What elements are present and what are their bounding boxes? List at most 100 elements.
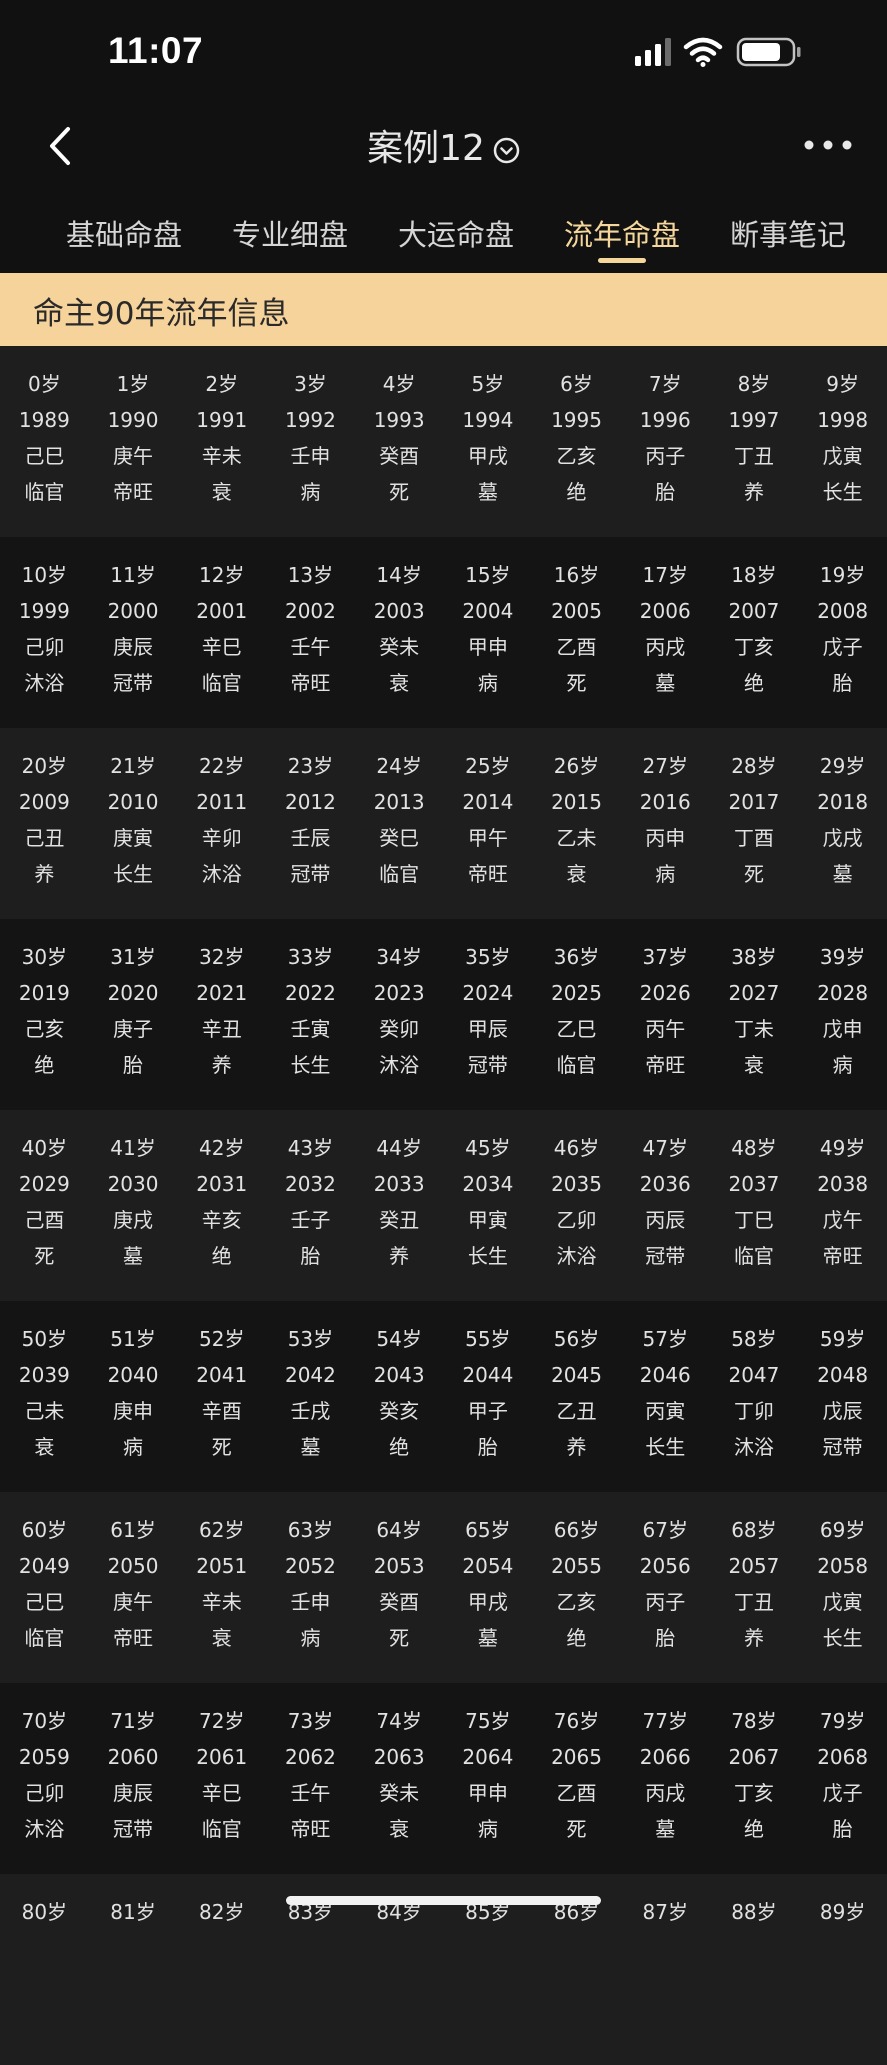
year-cell[interactable]: 14岁 2003 癸未衰 — [355, 537, 444, 701]
year-cell[interactable]: 13岁 2002 壬午 帝旺 — [266, 537, 355, 701]
year-cell[interactable]: 45岁 2034 甲寅 长生 — [444, 1110, 533, 1274]
year-cell[interactable]: 61岁 2050 庚午 帝旺 — [89, 1492, 178, 1656]
year-cell[interactable]: 20岁 2009 己丑养 — [0, 728, 89, 892]
year-cell[interactable]: 62岁 2051 辛未衰 — [177, 1492, 266, 1656]
year-cell[interactable]: 71岁 2060 庚辰 冠带 — [89, 1683, 178, 1847]
year-cell[interactable]: 23岁 2012 壬辰 冠带 — [266, 728, 355, 892]
year-cell[interactable]: 2岁 1991 辛未衰 — [177, 346, 266, 510]
year-cell[interactable]: 74岁 2063 癸未衰 — [355, 1683, 444, 1847]
year-cell[interactable]: 10岁 1999 己卯 沐浴 — [0, 537, 89, 701]
year-cell[interactable]: 44岁 2033 癸丑养 — [355, 1110, 444, 1274]
year-cell[interactable]: 35岁 2024 甲辰 冠带 — [444, 919, 533, 1083]
grid-row: 20岁 2009 己丑养 21岁 2010 庚寅 长生 22岁 2011 辛卯 沐浴 23岁 2012 壬… — [0, 728, 887, 919]
year-cell[interactable]: 33岁 2022 壬寅 长生 — [266, 919, 355, 1083]
year-cell[interactable]: 0岁 1989 己巳 临官 — [0, 346, 89, 510]
year-cell[interactable]: 58岁 2047 丁卯 沐浴 — [710, 1301, 799, 1465]
tab-basic-chart[interactable]: 基础命盘 — [66, 212, 182, 254]
year-cell[interactable]: 43岁 2032 壬子胎 — [266, 1110, 355, 1274]
year-cell[interactable]: 79岁 2068 戊子胎 — [798, 1683, 887, 1847]
tab-major-luck-chart[interactable]: 大运命盘 — [398, 212, 514, 254]
year-cell[interactable]: 49岁 2038 戊午 帝旺 — [798, 1110, 887, 1274]
year-cell[interactable]: 55岁 2044 甲子胎 — [444, 1301, 533, 1465]
year-cell[interactable]: 30岁 2019 己亥绝 — [0, 919, 89, 1083]
year-cell[interactable]: 87岁 — [621, 1874, 710, 1930]
year-cell[interactable]: 88岁 — [710, 1874, 799, 1930]
year-cell[interactable]: 56岁 2045 乙丑养 — [532, 1301, 621, 1465]
year-cell[interactable]: 41岁 2030 庚戌墓 — [89, 1110, 178, 1274]
year-cell[interactable]: 18岁 2007 丁亥绝 — [710, 537, 799, 701]
year-cell[interactable]: 72岁 2061 辛巳 临官 — [177, 1683, 266, 1847]
year-cell[interactable]: 70岁 2059 己卯 沐浴 — [0, 1683, 89, 1847]
year-cell[interactable]: 38岁 2027 丁未衰 — [710, 919, 799, 1083]
year-cell[interactable]: 50岁 2039 己未衰 — [0, 1301, 89, 1465]
year-cell[interactable]: 47岁 2036 丙辰 冠带 — [621, 1110, 710, 1274]
cell-year: 2057 — [728, 1554, 780, 1578]
year-cell[interactable]: 37岁 2026 丙午 帝旺 — [621, 919, 710, 1083]
year-cell[interactable]: 34岁 2023 癸卯 沐浴 — [355, 919, 444, 1083]
more-icon[interactable] — [803, 135, 853, 155]
year-cell[interactable]: 28岁 2017 丁酉死 — [710, 728, 799, 892]
year-cell[interactable]: 31岁 2020 庚子胎 — [89, 919, 178, 1083]
cell-age: 1岁 — [116, 372, 150, 396]
year-cell[interactable]: 11岁 2000 庚辰 冠带 — [89, 537, 178, 701]
year-cell[interactable]: 53岁 2042 壬戌墓 — [266, 1301, 355, 1465]
year-cell[interactable]: 4岁 1993 癸酉死 — [355, 346, 444, 510]
year-cell[interactable]: 69岁 2058 戊寅 长生 — [798, 1492, 887, 1656]
year-cell[interactable]: 68岁 2057 丁丑养 — [710, 1492, 799, 1656]
cell-stage: 长生 — [645, 1435, 686, 1459]
year-cell[interactable]: 60岁 2049 己巳 临官 — [0, 1492, 89, 1656]
year-cell[interactable]: 46岁 2035 乙卯 沐浴 — [532, 1110, 621, 1274]
year-cell[interactable]: 40岁 2029 己酉死 — [0, 1110, 89, 1274]
tab-notes[interactable]: 断事笔记 — [730, 212, 846, 254]
year-cell[interactable]: 51岁 2040 庚申病 — [89, 1301, 178, 1465]
cell-ganzhi: 辛巳 — [201, 1781, 242, 1805]
year-cell[interactable]: 36岁 2025 乙巳 临官 — [532, 919, 621, 1083]
year-cell[interactable]: 7岁 1996 丙子胎 — [621, 346, 710, 510]
year-cell[interactable]: 66岁 2055 乙亥绝 — [532, 1492, 621, 1656]
year-cell[interactable]: 32岁 2021 辛丑养 — [177, 919, 266, 1083]
year-cell[interactable]: 54岁 2043 癸亥绝 — [355, 1301, 444, 1465]
year-cell[interactable]: 26岁 2015 乙未衰 — [532, 728, 621, 892]
year-cell[interactable]: 52岁 2041 辛酉死 — [177, 1301, 266, 1465]
year-cell[interactable]: 63岁 2052 壬申病 — [266, 1492, 355, 1656]
year-cell[interactable]: 3岁 1992 壬申病 — [266, 346, 355, 510]
year-cell[interactable]: 78岁 2067 丁亥绝 — [710, 1683, 799, 1847]
year-cell[interactable]: 42岁 2031 辛亥绝 — [177, 1110, 266, 1274]
year-cell[interactable]: 8岁 1997 丁丑养 — [710, 346, 799, 510]
year-cell[interactable]: 21岁 2010 庚寅 长生 — [89, 728, 178, 892]
year-cell[interactable]: 25岁 2014 甲午 帝旺 — [444, 728, 533, 892]
year-cell[interactable]: 12岁 2001 辛巳 临官 — [177, 537, 266, 701]
year-cell[interactable]: 29岁 2018 戊戌墓 — [798, 728, 887, 892]
year-cell[interactable]: 16岁 2005 乙酉死 — [532, 537, 621, 701]
year-cell[interactable]: 9岁 1998 戊寅 长生 — [798, 346, 887, 510]
year-cell[interactable]: 57岁 2046 丙寅 长生 — [621, 1301, 710, 1465]
year-cell[interactable]: 65岁 2054 甲戌墓 — [444, 1492, 533, 1656]
year-cell[interactable]: 1岁 1990 庚午 帝旺 — [89, 346, 178, 510]
cell-ganzhi: 丙辰 — [645, 1208, 686, 1232]
year-cell[interactable]: 39岁 2028 戊申病 — [798, 919, 887, 1083]
year-cell[interactable]: 17岁 2006 丙戌墓 — [621, 537, 710, 701]
year-cell[interactable]: 67岁 2056 丙子胎 — [621, 1492, 710, 1656]
year-cell[interactable]: 64岁 2053 癸酉死 — [355, 1492, 444, 1656]
year-cell[interactable]: 59岁 2048 戊辰 冠带 — [798, 1301, 887, 1465]
year-cell[interactable]: 19岁 2008 戊子胎 — [798, 537, 887, 701]
case-title-selector[interactable]: 案例12 — [0, 119, 887, 171]
year-cell[interactable]: 24岁 2013 癸巳 临官 — [355, 728, 444, 892]
year-cell[interactable]: 48岁 2037 丁巳 临官 — [710, 1110, 799, 1274]
year-cell[interactable]: 80岁 — [0, 1874, 89, 1930]
year-cell[interactable]: 82岁 — [177, 1874, 266, 1930]
tab-annual-chart[interactable]: 流年命盘 — [564, 212, 680, 254]
year-cell[interactable]: 22岁 2011 辛卯 沐浴 — [177, 728, 266, 892]
tab-detailed-chart[interactable]: 专业细盘 — [232, 212, 348, 254]
year-cell[interactable]: 6岁 1995 乙亥绝 — [532, 346, 621, 510]
year-cell[interactable]: 76岁 2065 乙酉死 — [532, 1683, 621, 1847]
year-cell[interactable]: 81岁 — [89, 1874, 178, 1930]
year-cell[interactable]: 77岁 2066 丙戌墓 — [621, 1683, 710, 1847]
year-cell[interactable]: 27岁 2016 丙申病 — [621, 728, 710, 892]
year-cell[interactable]: 75岁 2064 甲申病 — [444, 1683, 533, 1847]
cell-stage: 衰 — [566, 862, 587, 886]
year-cell[interactable]: 5岁 1994 甲戌墓 — [444, 346, 533, 510]
year-cell[interactable]: 73岁 2062 壬午 帝旺 — [266, 1683, 355, 1847]
year-cell[interactable]: 15岁 2004 甲申病 — [444, 537, 533, 701]
year-cell[interactable]: 89岁 — [798, 1874, 887, 1930]
